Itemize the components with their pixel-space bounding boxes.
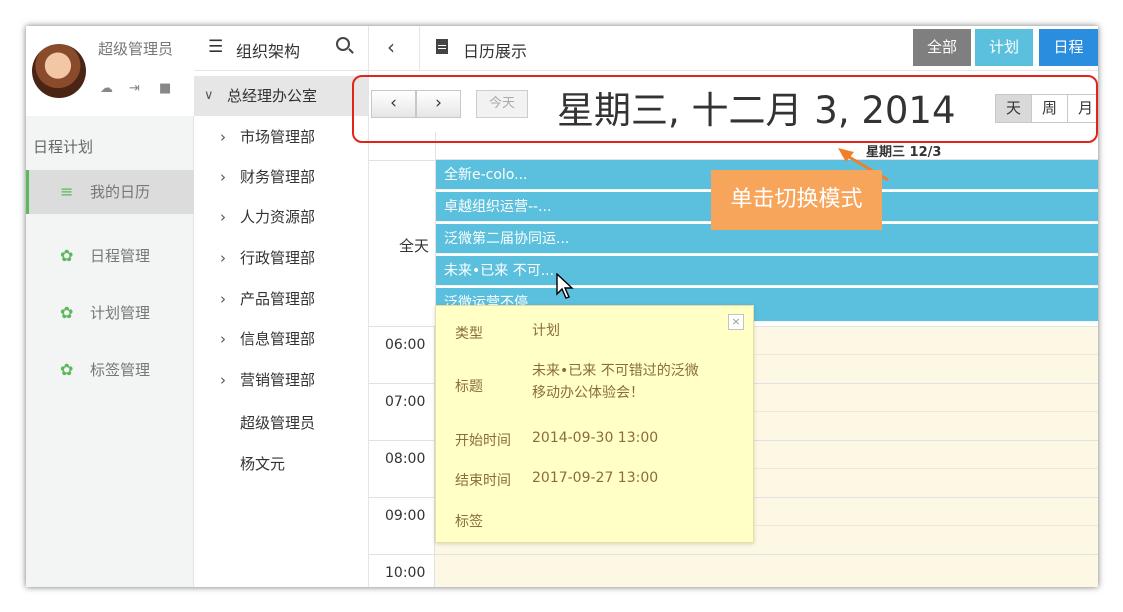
cloud-icon[interactable]: ☁ (100, 81, 113, 96)
dept-item[interactable]: › 财务管理部 (194, 157, 369, 197)
chevron-right-icon: › (220, 371, 226, 389)
org-title: 组织架构 (236, 42, 301, 61)
popup-value-type: 计划 (532, 323, 560, 339)
allday-row-label: 全天 (369, 160, 435, 326)
popup-value-start: 2014-09-30 13:00 (532, 430, 659, 446)
annotation-callout: 单击切换模式 (711, 170, 882, 230)
org-header: ☰ 组织架构 (194, 26, 369, 71)
org-root-node[interactable]: ∨ 总经理办公室 (194, 76, 369, 116)
user-profile: 超级管理员 ☁ ⇥ ■ (26, 26, 194, 116)
chevron-right-icon: › (220, 249, 226, 267)
dept-item[interactable]: › 产品管理部 (194, 279, 369, 319)
highlight-frame (352, 75, 1098, 143)
allday-label: 全天 (398, 237, 429, 255)
sidebar-item-plan-management[interactable]: ✿ 计划管理 (26, 291, 194, 335)
chevron-right-icon: › (220, 168, 226, 186)
dept-label: 人力资源部 (240, 208, 316, 226)
avatar[interactable] (32, 44, 86, 98)
org-panel: ☰ 组织架构 ∨ 总经理办公室 › 市场管理部 › 财务管理部 › 人力资源部 › 行政… (194, 26, 369, 587)
section-title: 日程计划 (33, 138, 94, 156)
org-root-label: 总经理办公室 (227, 87, 318, 105)
mouse-cursor-icon (556, 273, 574, 299)
back-icon[interactable]: ‹ (387, 35, 395, 59)
chevron-down-icon: ∨ (204, 88, 214, 103)
dept-label: 营销管理部 (240, 371, 316, 389)
grid-line (369, 554, 1098, 555)
chevron-right-icon: › (220, 290, 226, 308)
chevron-right-icon: › (220, 128, 226, 146)
close-icon[interactable]: × (728, 314, 744, 330)
logout-icon[interactable]: ⇥ (129, 81, 140, 96)
dept-label: 财务管理部 (240, 168, 316, 186)
dept-label: 行政管理部 (240, 249, 316, 267)
document-icon (436, 39, 448, 54)
dept-item[interactable]: › 营销管理部 (194, 360, 369, 400)
dept-label: 市场管理部 (240, 128, 316, 146)
popup-key-start: 开始时间 (455, 433, 511, 449)
sidebar-item-schedule-management[interactable]: ✿ 日程管理 (26, 234, 194, 278)
sidebar-item-label: 日程管理 (90, 247, 151, 265)
popup-value-title: 未来•已来 不可错过的泛微移动办公体验会！ (532, 363, 699, 401)
sidebar-item-tag-management[interactable]: ✿ 标签管理 (26, 348, 194, 392)
page-title: 日历展示 (463, 42, 528, 61)
filter-plan-button[interactable]: 计划 (975, 29, 1033, 66)
lock-icon[interactable]: ■ (159, 81, 171, 96)
calendar-event[interactable]: 未来•已来 不可... (436, 256, 1098, 286)
dept-item[interactable]: › 市场管理部 (194, 117, 369, 157)
popup-key-type: 类型 (455, 326, 483, 342)
dept-item[interactable]: › 信息管理部 (194, 319, 369, 359)
person-item[interactable]: 杨文元 (240, 453, 285, 474)
event-detail-popup: × 类型 计划 标题 未来•已来 不可错过的泛微移动办公体验会！ 开始时间 20… (435, 305, 754, 543)
app-window: 超级管理员 ☁ ⇥ ■ 日程计划 ≡ 我的日历 ✿ 日程管理 ✿ 计划管理 ✿ … (26, 26, 1098, 587)
time-label: 10:00 (385, 565, 426, 581)
popup-key-title: 标题 (455, 379, 483, 395)
dept-item[interactable]: › 行政管理部 (194, 238, 369, 278)
popup-key-end: 结束时间 (455, 473, 511, 489)
filter-schedule-button[interactable]: 日程 (1039, 29, 1098, 66)
main-header: ‹ 日历展示 全部 计划 日程 (369, 26, 1098, 71)
sidebar-item-my-calendar[interactable]: ≡ 我的日历 (26, 170, 194, 214)
left-sidebar: 超级管理员 ☁ ⇥ ■ 日程计划 ≡ 我的日历 ✿ 日程管理 ✿ 计划管理 ✿ … (26, 26, 194, 587)
chevron-right-icon: › (220, 330, 226, 348)
sidebar-item-label: 计划管理 (90, 304, 151, 322)
chevron-right-icon: › (220, 208, 226, 226)
sidebar-item-label: 标签管理 (90, 361, 151, 379)
gear-icon: ✿ (60, 360, 74, 379)
menu-icon[interactable]: ☰ (208, 37, 223, 57)
dept-item[interactable]: › 人力资源部 (194, 197, 369, 237)
dept-label: 信息管理部 (240, 330, 316, 348)
popup-value-end: 2017-09-27 13:00 (532, 470, 659, 486)
gear-icon: ✿ (60, 246, 74, 265)
popup-key-tag: 标签 (455, 514, 483, 530)
person-item[interactable]: 超级管理员 (240, 412, 315, 433)
search-icon[interactable] (336, 37, 350, 51)
gear-icon: ✿ (60, 303, 74, 322)
list-icon: ≡ (60, 182, 74, 201)
filter-all-button[interactable]: 全部 (913, 29, 971, 66)
sidebar-item-label: 我的日历 (90, 183, 151, 201)
dept-label: 产品管理部 (240, 290, 316, 308)
divider (419, 26, 420, 71)
username: 超级管理员 (98, 40, 174, 58)
